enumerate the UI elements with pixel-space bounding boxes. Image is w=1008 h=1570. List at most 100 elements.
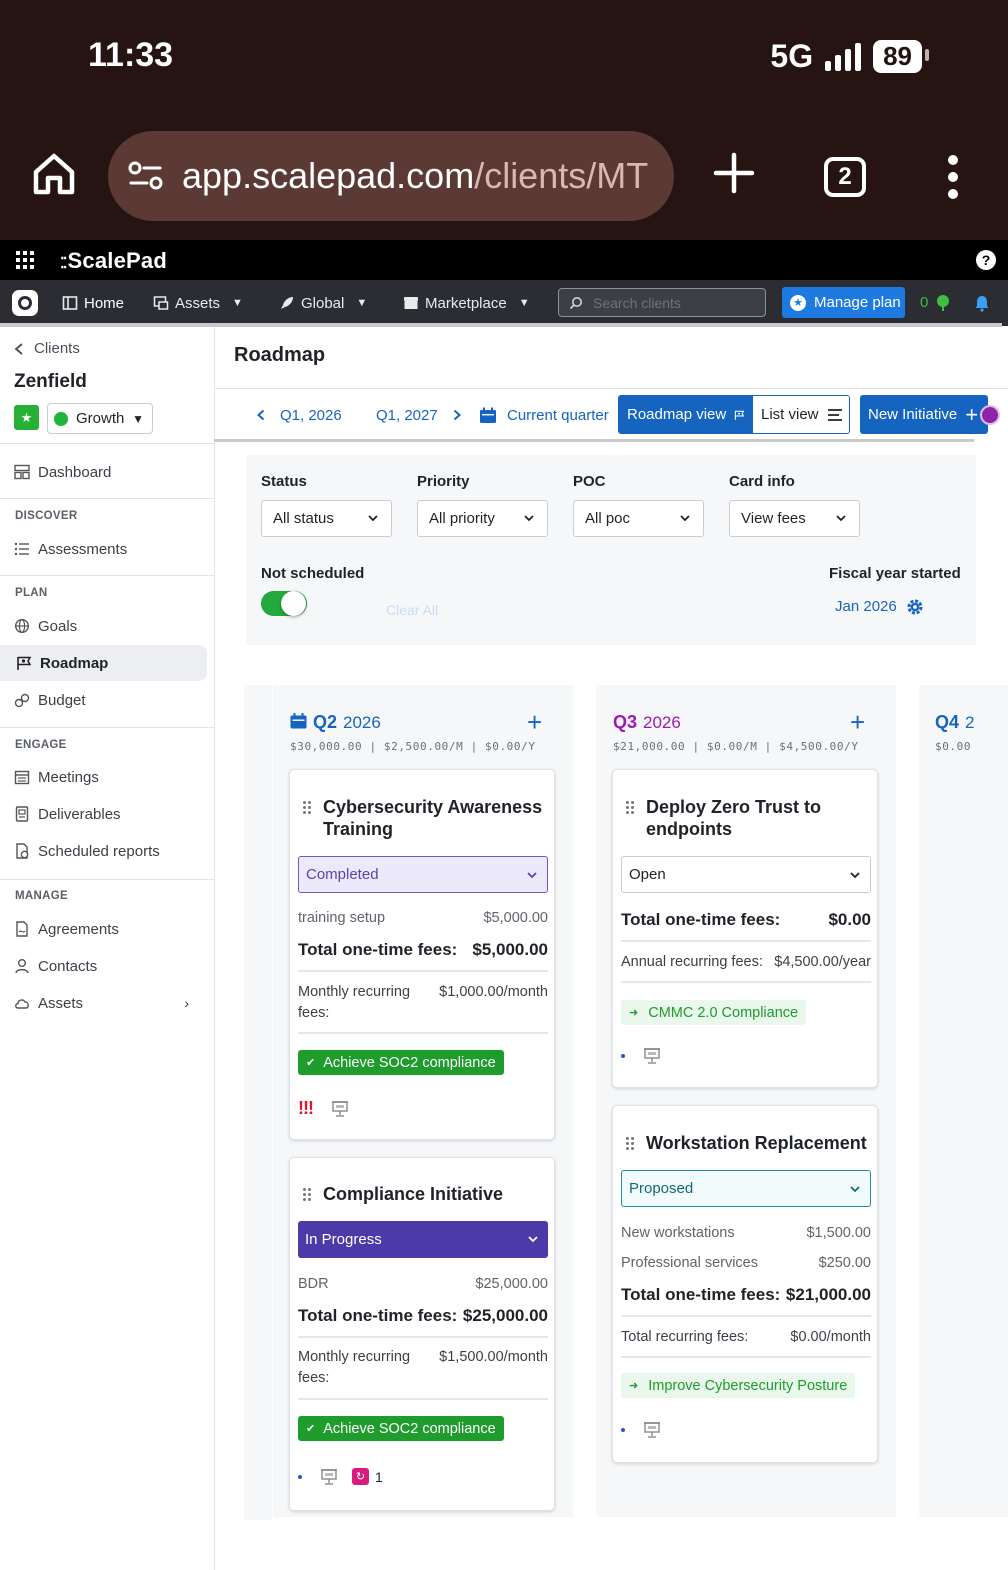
plan-select[interactable]: Growth ▼: [47, 403, 153, 434]
new-tab-icon[interactable]: [712, 151, 756, 195]
presentation-icon[interactable]: [320, 1468, 338, 1485]
card-footer: [621, 1048, 661, 1064]
address-bar[interactable]: app.scalepad.com/clients/MT: [108, 131, 674, 221]
plan-star-icon: ★: [14, 405, 39, 430]
client-sidebar: Clients Zenfield ★ Growth ▼ Dashboard DI…: [0, 327, 215, 1570]
sidebar-item-assets[interactable]: Assets ›: [14, 985, 207, 1021]
manage-plan-button[interactable]: ★ Manage plan: [782, 287, 905, 318]
person-icon: [15, 959, 29, 974]
drag-handle-icon[interactable]: [303, 801, 311, 814]
card-footer: ↻ 1: [298, 1468, 383, 1485]
status-filter-select[interactable]: All status: [261, 500, 392, 537]
sidebar-item-deliverables[interactable]: Deliverables: [14, 796, 207, 832]
card-status-select[interactable]: Proposed: [621, 1170, 871, 1207]
site-settings-icon[interactable]: [126, 156, 166, 196]
presentation-icon[interactable]: [643, 1422, 661, 1438]
sidebar-item-roadmap[interactable]: Roadmap: [0, 645, 207, 681]
sidebar-divider: [0, 498, 214, 499]
linked-goal-badge[interactable]: ➜ Improve Cybersecurity Posture: [621, 1373, 856, 1398]
current-quarter-button[interactable]: Current quarter: [479, 389, 609, 441]
roadmap-flag-icon: [17, 656, 32, 670]
clear-all-link[interactable]: Clear All: [386, 602, 438, 618]
initiative-card-compliance[interactable]: Compliance Initiative In Progress BDR $25…: [289, 1157, 555, 1511]
priority-filter-select[interactable]: All priority: [417, 500, 548, 537]
browser-menu-icon[interactable]: [944, 155, 962, 199]
nav-assets[interactable]: Assets ▼: [153, 280, 243, 326]
bell-icon[interactable]: [973, 294, 991, 312]
check-icon: ✔: [306, 1057, 316, 1069]
drag-handle-icon[interactable]: [303, 1188, 311, 1201]
assets-icon: [153, 296, 169, 310]
roadmap-view-button[interactable]: Roadmap view: [619, 396, 753, 433]
linked-goal-badge[interactable]: ✔ Achieve SOC2 compliance: [298, 1050, 504, 1075]
search-input[interactable]: [593, 294, 753, 311]
presentation-icon[interactable]: [643, 1048, 661, 1064]
sidebar-item-dashboard[interactable]: Dashboard: [14, 454, 207, 490]
fee-line-item: training setup $5,000.00: [298, 910, 548, 926]
url-text: app.scalepad.com/clients/MT: [182, 155, 649, 196]
deliverables-icon: [15, 806, 29, 822]
agreement-icon: [16, 921, 28, 937]
add-initiative-q3-button[interactable]: +: [850, 709, 865, 735]
next-quarter-button[interactable]: Q1, 2027: [376, 389, 462, 441]
chevron-down-icon: ▼: [356, 297, 368, 309]
initiative-card-cybersecurity[interactable]: Cybersecurity Awareness Training Complet…: [289, 769, 555, 1140]
priority-filter-label: Priority: [417, 473, 470, 490]
card-status-select[interactable]: Open: [621, 856, 871, 893]
status-time: 11:33: [88, 36, 174, 74]
sidebar-item-meetings[interactable]: Meetings: [14, 759, 207, 795]
card-title[interactable]: Deploy Zero Trust to endpoints: [646, 796, 846, 840]
card-footer: [621, 1422, 661, 1438]
add-initiative-q2-button[interactable]: +: [527, 709, 542, 735]
initiative-card-workstation[interactable]: Workstation Replacement Proposed New wor…: [612, 1105, 878, 1463]
card-info-select[interactable]: View fees: [729, 500, 860, 537]
sidebar-item-scheduled-reports[interactable]: Scheduled reports: [14, 833, 207, 869]
recurring-fees: Annual recurring fees: $4,500.00/year: [621, 954, 871, 970]
back-to-clients-link[interactable]: Clients: [14, 340, 80, 357]
tree-icon[interactable]: [934, 294, 952, 312]
chevron-right-icon: [453, 409, 461, 421]
q4-year-label: 2: [965, 713, 975, 732]
card-divider: [298, 1336, 548, 1338]
sidebar-item-budget[interactable]: Budget: [14, 682, 207, 718]
nav-global[interactable]: Global ▼: [279, 280, 367, 326]
linked-goal-badge[interactable]: ✔ Achieve SOC2 compliance: [298, 1416, 504, 1441]
rewards-count[interactable]: 0: [920, 294, 928, 311]
board-gutter: [244, 685, 272, 1520]
card-status-select[interactable]: Completed: [298, 856, 548, 893]
drag-handle-icon[interactable]: [626, 1137, 634, 1150]
ticket-link[interactable]: ↻ 1: [352, 1468, 383, 1485]
gear-icon[interactable]: [906, 598, 924, 616]
brand-logo[interactable]: ⁚⁚ScalePad: [60, 248, 167, 274]
home-icon[interactable]: [30, 150, 78, 198]
tab-switcher-button[interactable]: 2: [824, 157, 866, 197]
linked-goal-badge[interactable]: ➜ CMMC 2.0 Compliance: [621, 1000, 807, 1025]
card-title[interactable]: Cybersecurity Awareness Training: [323, 796, 548, 840]
app-launcher-icon[interactable]: [16, 251, 34, 269]
card-divider: [298, 1032, 548, 1034]
app-logo-icon[interactable]: [12, 290, 38, 316]
signal-icon: [825, 42, 862, 71]
card-status-select[interactable]: In Progress: [298, 1221, 548, 1258]
poc-filter-select[interactable]: All poc: [573, 500, 704, 537]
new-initiative-button[interactable]: New Initiative +: [860, 395, 988, 434]
sidebar-item-assessments[interactable]: Assessments: [14, 531, 207, 567]
nav-home[interactable]: Home: [62, 280, 124, 326]
client-search[interactable]: [558, 288, 766, 317]
sidebar-item-goals[interactable]: Goals: [14, 608, 207, 644]
prev-quarter-button[interactable]: Q1, 2026: [256, 389, 342, 441]
not-scheduled-toggle[interactable]: [261, 591, 307, 616]
presentation-icon[interactable]: [331, 1100, 349, 1117]
initiative-card-zero-trust[interactable]: Deploy Zero Trust to endpoints Open Tota…: [612, 769, 878, 1088]
list-view-button[interactable]: List view: [753, 396, 849, 433]
card-title[interactable]: Compliance Initiative: [323, 1183, 548, 1205]
card-title[interactable]: Workstation Replacement: [646, 1132, 871, 1154]
list-lines-icon: [827, 408, 842, 421]
nav-marketplace[interactable]: Marketplace ▼: [403, 280, 530, 326]
sidebar-item-contacts[interactable]: Contacts: [14, 948, 207, 984]
help-icon[interactable]: ?: [976, 250, 996, 270]
sidebar-item-agreements[interactable]: Agreements: [14, 911, 207, 947]
chevron-down-icon: ▼: [232, 297, 243, 309]
assistant-badge-icon[interactable]: [980, 405, 1000, 425]
drag-handle-icon[interactable]: [626, 801, 634, 814]
